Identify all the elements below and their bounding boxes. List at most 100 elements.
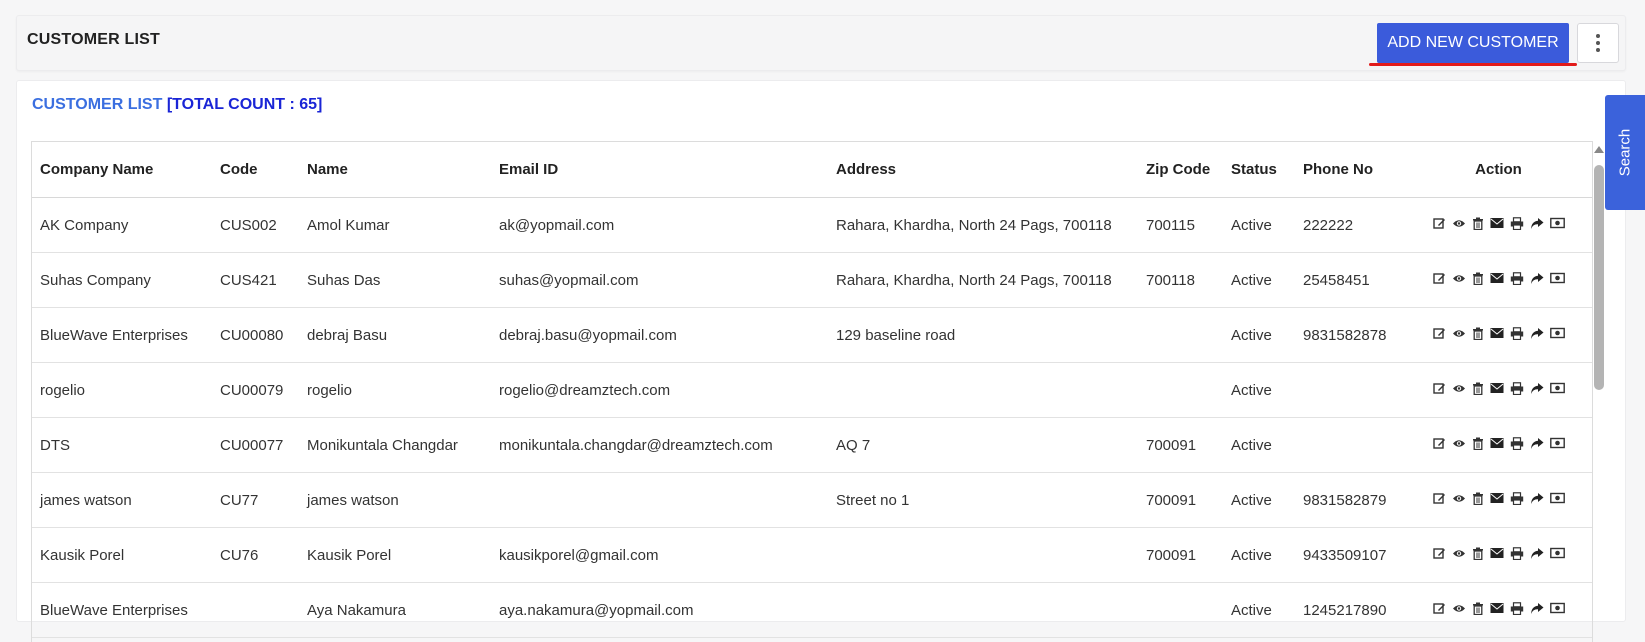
delete-icon[interactable] bbox=[1472, 437, 1484, 450]
print-icon[interactable] bbox=[1510, 546, 1524, 560]
print-icon[interactable] bbox=[1510, 436, 1524, 450]
payment-icon[interactable] bbox=[1549, 272, 1565, 284]
vertical-scrollbar[interactable] bbox=[1592, 140, 1604, 600]
view-icon[interactable] bbox=[1452, 272, 1466, 285]
share-icon[interactable] bbox=[1530, 327, 1544, 340]
email-icon[interactable] bbox=[1490, 327, 1504, 339]
table-body: AK Company CUS002 Amol Kumar ak@yopmail.com… bbox=[32, 197, 1592, 638]
customer-list-card: CUSTOMER LIST [TOTAL COUNT : 65] Company… bbox=[16, 80, 1626, 642]
view-icon[interactable] bbox=[1452, 437, 1466, 450]
column-header: Address bbox=[828, 142, 1138, 198]
add-new-customer-button[interactable]: ADD NEW CUSTOMER bbox=[1377, 23, 1569, 63]
status-cell: Active bbox=[1223, 472, 1295, 528]
scroll-thumb[interactable] bbox=[1594, 165, 1604, 390]
email-icon[interactable] bbox=[1490, 547, 1504, 559]
email-icon[interactable] bbox=[1490, 272, 1504, 284]
company-name-cell: rogelio bbox=[32, 362, 212, 418]
status-cell: Active bbox=[1223, 527, 1295, 583]
payment-icon[interactable] bbox=[1549, 547, 1565, 559]
edit-icon[interactable] bbox=[1432, 382, 1446, 395]
phone-cell: 222222 bbox=[1295, 197, 1405, 253]
scroll-up-arrow-icon[interactable] bbox=[1594, 146, 1604, 153]
share-icon[interactable] bbox=[1530, 272, 1544, 285]
delete-icon[interactable] bbox=[1472, 602, 1484, 615]
print-icon[interactable] bbox=[1510, 271, 1524, 285]
share-icon[interactable] bbox=[1530, 547, 1544, 560]
company-name-cell: BlueWave Enterprises bbox=[32, 307, 212, 363]
address-cell: Rahara, Khardha, North 24 Pags, 700118 bbox=[828, 197, 1138, 253]
code-cell: CUS421 bbox=[212, 252, 299, 308]
payment-icon[interactable] bbox=[1549, 217, 1565, 229]
row-actions bbox=[1432, 381, 1565, 395]
zip-code-cell: 700115 bbox=[1138, 197, 1223, 253]
view-icon[interactable] bbox=[1452, 217, 1466, 230]
company-name-cell: Suhas Company bbox=[32, 252, 212, 308]
edit-icon[interactable] bbox=[1432, 547, 1446, 560]
share-icon[interactable] bbox=[1530, 602, 1544, 615]
email-icon[interactable] bbox=[1490, 492, 1504, 504]
view-icon[interactable] bbox=[1452, 547, 1466, 560]
payment-icon[interactable] bbox=[1549, 437, 1565, 449]
address-cell bbox=[828, 527, 1138, 583]
table-row: james watson CU77 james watson Street no 17… bbox=[32, 472, 1592, 528]
view-icon[interactable] bbox=[1452, 492, 1466, 505]
email-icon[interactable] bbox=[1490, 382, 1504, 394]
share-icon[interactable] bbox=[1530, 382, 1544, 395]
print-icon[interactable] bbox=[1510, 601, 1524, 615]
delete-icon[interactable] bbox=[1472, 492, 1484, 505]
print-icon[interactable] bbox=[1510, 381, 1524, 395]
page-header: CUSTOMER LIST ADD NEW CUSTOMER bbox=[16, 15, 1626, 71]
table-header-row: Company Name Code Name Email ID Address Zip C… bbox=[32, 142, 1592, 198]
delete-icon[interactable] bbox=[1472, 382, 1484, 395]
edit-icon[interactable] bbox=[1432, 217, 1446, 230]
print-icon[interactable] bbox=[1510, 326, 1524, 340]
table-row: rogelio CU00079 rogelio rogelio@dreamztech.… bbox=[32, 362, 1592, 418]
edit-icon[interactable] bbox=[1432, 327, 1446, 340]
view-icon[interactable] bbox=[1452, 602, 1466, 615]
payment-icon[interactable] bbox=[1549, 327, 1565, 339]
row-actions bbox=[1432, 491, 1565, 505]
column-header: Phone No bbox=[1295, 142, 1405, 198]
column-header: Company Name bbox=[32, 142, 212, 198]
email-icon[interactable] bbox=[1490, 602, 1504, 614]
phone-cell: 9433509107 bbox=[1295, 527, 1405, 583]
more-options-button[interactable] bbox=[1577, 23, 1619, 63]
list-heading: CUSTOMER LIST [TOTAL COUNT : 65] bbox=[32, 96, 322, 114]
email-cell: aya.nakamura@yopmail.com bbox=[491, 582, 828, 638]
delete-icon[interactable] bbox=[1472, 217, 1484, 230]
table-row: DTS CU00077 Monikuntala Changdar monikuntal… bbox=[32, 417, 1592, 473]
delete-icon[interactable] bbox=[1472, 327, 1484, 340]
email-icon[interactable] bbox=[1490, 437, 1504, 449]
edit-icon[interactable] bbox=[1432, 492, 1446, 505]
payment-icon[interactable] bbox=[1549, 382, 1565, 394]
zip-code-cell bbox=[1138, 582, 1223, 638]
share-icon[interactable] bbox=[1530, 492, 1544, 505]
company-name-cell: AK Company bbox=[32, 197, 212, 253]
email-cell: ak@yopmail.com bbox=[491, 197, 828, 253]
phone-cell bbox=[1295, 362, 1405, 418]
share-icon[interactable] bbox=[1530, 217, 1544, 230]
payment-icon[interactable] bbox=[1549, 602, 1565, 614]
email-cell: kausikporel@gmail.com bbox=[491, 527, 828, 583]
table-row: BlueWave Enterprises CU00080 debraj Basu de… bbox=[32, 307, 1592, 363]
code-cell: CU00077 bbox=[212, 417, 299, 473]
edit-icon[interactable] bbox=[1432, 272, 1446, 285]
payment-icon[interactable] bbox=[1549, 492, 1565, 504]
print-icon[interactable] bbox=[1510, 491, 1524, 505]
search-side-tab[interactable]: Search bbox=[1605, 95, 1645, 210]
customer-table: Company Name Code Name Email ID Address Zip C… bbox=[32, 142, 1592, 638]
view-icon[interactable] bbox=[1452, 327, 1466, 340]
address-cell bbox=[828, 362, 1138, 418]
edit-icon[interactable] bbox=[1432, 602, 1446, 615]
email-icon[interactable] bbox=[1490, 217, 1504, 229]
edit-icon[interactable] bbox=[1432, 437, 1446, 450]
delete-icon[interactable] bbox=[1472, 547, 1484, 560]
phone-cell bbox=[1295, 417, 1405, 473]
view-icon[interactable] bbox=[1452, 382, 1466, 395]
customer-table-container[interactable]: Company Name Code Name Email ID Address Zip C… bbox=[31, 141, 1593, 642]
phone-cell: 9831582878 bbox=[1295, 307, 1405, 363]
delete-icon[interactable] bbox=[1472, 272, 1484, 285]
print-icon[interactable] bbox=[1510, 216, 1524, 230]
company-name-cell: james watson bbox=[32, 472, 212, 528]
share-icon[interactable] bbox=[1530, 437, 1544, 450]
